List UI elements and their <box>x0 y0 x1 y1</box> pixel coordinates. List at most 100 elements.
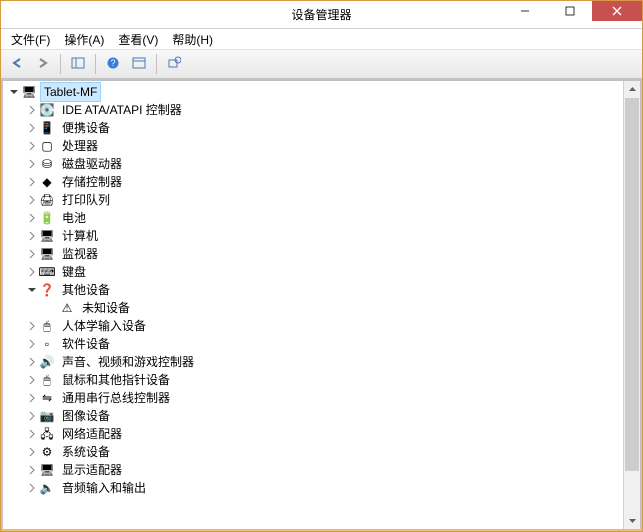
device-label[interactable]: 未知设备 <box>78 298 134 318</box>
category-label[interactable]: 软件设备 <box>58 334 114 354</box>
category-node[interactable]: 🖥监视器 <box>3 245 640 263</box>
category-node[interactable]: ▢处理器 <box>3 137 640 155</box>
expand-icon[interactable] <box>25 265 39 279</box>
scan-hardware-button[interactable] <box>162 52 186 76</box>
expand-icon[interactable] <box>25 427 39 441</box>
show-hide-tree-button[interactable] <box>66 52 90 76</box>
menu-view[interactable]: 查看(V) <box>112 30 164 49</box>
title-bar: 设备管理器 <box>1 1 642 29</box>
expand-icon[interactable] <box>25 211 39 225</box>
minimize-button[interactable] <box>502 1 547 21</box>
help-button[interactable]: ? <box>101 52 125 76</box>
sound-icon: 🔊 <box>39 354 55 370</box>
category-label[interactable]: IDE ATA/ATAPI 控制器 <box>58 100 186 120</box>
keyboard-icon: ⌨ <box>39 264 55 280</box>
expand-icon[interactable] <box>25 139 39 153</box>
category-node[interactable]: 📷图像设备 <box>3 407 640 425</box>
scroll-track[interactable] <box>624 98 640 512</box>
category-node[interactable]: ▫软件设备 <box>3 335 640 353</box>
category-label[interactable]: 计算机 <box>58 226 102 246</box>
close-button[interactable] <box>592 1 642 21</box>
vertical-scrollbar[interactable] <box>623 81 640 529</box>
scroll-thumb[interactable] <box>625 98 639 471</box>
maximize-button[interactable] <box>547 1 592 21</box>
category-label[interactable]: 监视器 <box>58 244 102 264</box>
category-node[interactable]: 🔋电池 <box>3 209 640 227</box>
ide-icon: 💽 <box>39 102 55 118</box>
category-label[interactable]: 键盘 <box>58 262 90 282</box>
storage-icon: ◆ <box>39 174 55 190</box>
tree-root[interactable]: 🖥Tablet-MF <box>3 83 640 101</box>
expand-icon[interactable] <box>25 247 39 261</box>
expand-icon[interactable] <box>25 373 39 387</box>
category-node[interactable]: 💽IDE ATA/ATAPI 控制器 <box>3 101 640 119</box>
expand-icon[interactable] <box>25 229 39 243</box>
category-node[interactable]: 🖱鼠标和其他指针设备 <box>3 371 640 389</box>
scroll-up-button[interactable] <box>624 81 640 98</box>
forward-button[interactable] <box>31 52 55 76</box>
category-label[interactable]: 显示适配器 <box>58 460 126 480</box>
category-label[interactable]: 人体学输入设备 <box>58 316 150 336</box>
scroll-down-button[interactable] <box>624 512 640 529</box>
category-node[interactable]: 🔈音频输入和输出 <box>3 479 640 497</box>
category-node[interactable]: ❓其他设备 <box>3 281 640 299</box>
category-label[interactable]: 便携设备 <box>58 118 114 138</box>
properties-button[interactable] <box>127 52 151 76</box>
expand-icon[interactable] <box>25 121 39 135</box>
category-node[interactable]: 🖥显示适配器 <box>3 461 640 479</box>
other-icon: ❓ <box>39 282 55 298</box>
menu-bar: 文件(F) 操作(A) 查看(V) 帮助(H) <box>1 29 642 49</box>
panel-icon <box>71 56 85 73</box>
category-label[interactable]: 网络适配器 <box>58 424 126 444</box>
category-label[interactable]: 音频输入和输出 <box>58 478 150 498</box>
expand-icon[interactable] <box>25 175 39 189</box>
expand-icon[interactable] <box>25 193 39 207</box>
expand-icon[interactable] <box>25 103 39 117</box>
category-node[interactable]: 🖥计算机 <box>3 227 640 245</box>
category-label[interactable]: 电池 <box>58 208 90 228</box>
expand-icon[interactable] <box>25 409 39 423</box>
category-node[interactable]: ⌨键盘 <box>3 263 640 281</box>
unknown-icon: ⚠ <box>59 300 75 316</box>
category-node[interactable]: ⛁磁盘驱动器 <box>3 155 640 173</box>
expand-icon[interactable] <box>25 481 39 495</box>
category-label[interactable]: 其他设备 <box>58 280 114 300</box>
expand-icon[interactable] <box>25 463 39 477</box>
category-label[interactable]: 处理器 <box>58 136 102 156</box>
expand-icon[interactable] <box>25 319 39 333</box>
category-node[interactable]: 📱便携设备 <box>3 119 640 137</box>
category-node[interactable]: 🔊声音、视频和游戏控制器 <box>3 353 640 371</box>
expand-icon[interactable] <box>25 337 39 351</box>
menu-action[interactable]: 操作(A) <box>58 30 110 49</box>
back-button[interactable] <box>5 52 29 76</box>
category-label[interactable]: 存储控制器 <box>58 172 126 192</box>
category-node[interactable]: 🖨打印队列 <box>3 191 640 209</box>
menu-file[interactable]: 文件(F) <box>5 30 56 49</box>
category-label[interactable]: 系统设备 <box>58 442 114 462</box>
expand-icon[interactable] <box>25 355 39 369</box>
arrow-left-icon <box>10 56 24 73</box>
menu-help[interactable]: 帮助(H) <box>166 30 219 49</box>
collapse-icon[interactable] <box>25 283 39 297</box>
toolbar-separator <box>95 54 96 74</box>
category-label[interactable]: 通用串行总线控制器 <box>58 388 174 408</box>
category-label[interactable]: 图像设备 <box>58 406 114 426</box>
category-label[interactable]: 鼠标和其他指针设备 <box>58 370 174 390</box>
category-node[interactable]: 🖧网络适配器 <box>3 425 640 443</box>
expand-icon[interactable] <box>25 157 39 171</box>
network-icon: 🖧 <box>39 426 55 442</box>
device-tree[interactable]: 🖥Tablet-MF💽IDE ATA/ATAPI 控制器📱便携设备▢处理器⛁磁盘… <box>3 81 640 499</box>
device-node[interactable]: ⚠未知设备 <box>3 299 640 317</box>
category-node[interactable]: ⚙系统设备 <box>3 443 640 461</box>
category-label[interactable]: 磁盘驱动器 <box>58 154 126 174</box>
category-node[interactable]: ⇋通用串行总线控制器 <box>3 389 640 407</box>
expand-icon[interactable] <box>25 445 39 459</box>
mouse-icon: 🖱 <box>39 372 55 388</box>
root-label[interactable]: Tablet-MF <box>40 82 101 102</box>
collapse-icon[interactable] <box>7 85 21 99</box>
expand-icon[interactable] <box>25 391 39 405</box>
category-node[interactable]: 🖱人体学输入设备 <box>3 317 640 335</box>
category-label[interactable]: 打印队列 <box>58 190 114 210</box>
category-node[interactable]: ◆存储控制器 <box>3 173 640 191</box>
category-label[interactable]: 声音、视频和游戏控制器 <box>58 352 198 372</box>
